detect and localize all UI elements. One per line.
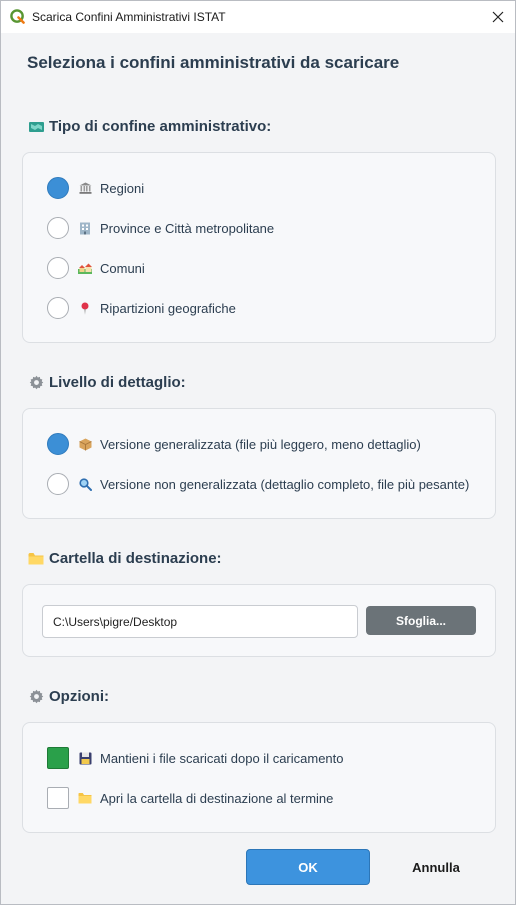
checkbox[interactable] bbox=[47, 747, 69, 769]
section-title-livello-text: Livello di dettaglio: bbox=[49, 374, 186, 391]
radio-option-province[interactable]: Province e Città metropolitane bbox=[47, 217, 274, 239]
dialog-heading: Seleziona i confini amministrativi da sc… bbox=[27, 53, 400, 72]
option-label: Province e Città metropolitane bbox=[100, 220, 275, 236]
radio-option-generalizzata[interactable]: Versione generalizzata (file più leggero… bbox=[47, 433, 421, 455]
floppy-disk-icon bbox=[78, 751, 92, 765]
office-building-icon bbox=[78, 221, 92, 235]
radio-option-ripartizioni[interactable]: Ripartizioni geografiche bbox=[47, 297, 236, 319]
section-title-tipo-text: Tipo di confine amministrativo: bbox=[49, 118, 272, 135]
window-title: Scarica Confini Amministrativi ISTAT bbox=[32, 10, 226, 24]
dialog-window: Scarica Confini Amministrativi ISTAT Sel… bbox=[0, 0, 516, 905]
radio-option-non-generalizzata[interactable]: Versione non generalizzata (dettaglio co… bbox=[47, 473, 469, 495]
option-label: Ripartizioni geografiche bbox=[100, 300, 236, 316]
section-title-tipo: Tipo di confine amministrativo: bbox=[28, 118, 271, 135]
radio-option-comuni[interactable]: Comuni bbox=[47, 257, 145, 279]
option-label: Versione non generalizzata (dettaglio co… bbox=[100, 476, 470, 492]
panel-opzioni: Mantieni i file scaricati dopo il carica… bbox=[22, 722, 496, 833]
radio-button[interactable] bbox=[47, 177, 69, 199]
houses-icon bbox=[78, 261, 92, 275]
radio-button[interactable] bbox=[47, 297, 69, 319]
option-label: Mantieni i file scaricati dopo il carica… bbox=[100, 750, 344, 766]
section-title-cartella-text: Cartella di destinazione: bbox=[49, 550, 222, 567]
pushpin-icon bbox=[78, 301, 92, 315]
map-icon bbox=[28, 119, 44, 135]
checkbox-option-apri-cartella[interactable]: Apri la cartella di destinazione al term… bbox=[47, 787, 333, 809]
radio-button[interactable] bbox=[47, 433, 69, 455]
browse-button[interactable]: Sfoglia... bbox=[366, 606, 476, 635]
option-label: Comuni bbox=[100, 260, 145, 276]
section-title-opzioni: Opzioni: bbox=[28, 688, 109, 705]
package-icon bbox=[78, 437, 92, 451]
panel-tipo: Regioni Province e Città metropolitane C… bbox=[22, 152, 496, 343]
gear-icon bbox=[28, 689, 44, 705]
section-title-opzioni-text: Opzioni: bbox=[49, 688, 109, 705]
panel-cartella: Sfoglia... bbox=[22, 584, 496, 657]
radio-button[interactable] bbox=[47, 473, 69, 495]
title-bar: Scarica Confini Amministrativi ISTAT bbox=[1, 1, 515, 33]
section-title-livello: Livello di dettaglio: bbox=[28, 374, 186, 391]
classical-building-icon bbox=[78, 181, 92, 195]
section-title-cartella: Cartella di destinazione: bbox=[28, 550, 222, 567]
radio-option-regioni[interactable]: Regioni bbox=[47, 177, 144, 199]
checkbox-option-mantieni[interactable]: Mantieni i file scaricati dopo il carica… bbox=[47, 747, 344, 769]
radio-button[interactable] bbox=[47, 217, 69, 239]
option-label: Apri la cartella di destinazione al term… bbox=[100, 790, 334, 806]
magnifier-icon bbox=[78, 477, 92, 491]
folder-icon bbox=[78, 791, 92, 805]
cancel-button[interactable]: Annulla bbox=[375, 849, 497, 885]
checkbox[interactable] bbox=[47, 787, 69, 809]
qgis-logo-icon bbox=[10, 9, 25, 24]
option-label: Regioni bbox=[100, 180, 145, 196]
gear-icon bbox=[28, 375, 44, 391]
folder-icon bbox=[28, 551, 44, 567]
radio-button[interactable] bbox=[47, 257, 69, 279]
close-button[interactable] bbox=[481, 1, 515, 33]
option-label: Versione generalizzata (file più leggero… bbox=[100, 436, 421, 452]
destination-path-input[interactable] bbox=[42, 605, 358, 638]
panel-livello: Versione generalizzata (file più leggero… bbox=[22, 408, 496, 519]
ok-button[interactable]: OK bbox=[246, 849, 370, 885]
close-icon bbox=[492, 11, 504, 23]
